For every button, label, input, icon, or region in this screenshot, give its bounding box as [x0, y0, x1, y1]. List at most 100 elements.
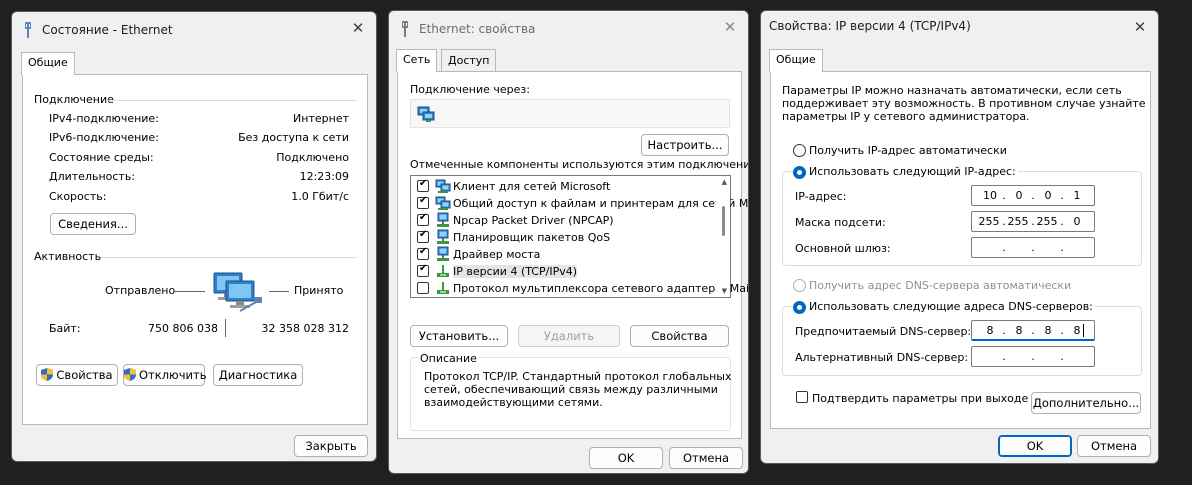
ip-address-field[interactable]: 10. 0. 0. 1: [971, 185, 1095, 206]
tab-network[interactable]: Сеть: [396, 49, 438, 72]
status-titlebar[interactable]: Состояние - Ethernet ✕: [12, 12, 376, 46]
ipv6-label: IPv6-подключение:: [49, 131, 159, 144]
component-label: Драйвер моста: [453, 248, 541, 261]
close-icon[interactable]: ✕: [348, 18, 368, 38]
mask-octet: 255: [978, 215, 1000, 228]
ethernet-properties-titlebar[interactable]: Ethernet: свойства ✕: [389, 11, 748, 45]
auto-dns-label[interactable]: Получить адрес DNS-сервера автоматически: [809, 279, 1071, 292]
bytes-sent-value: 750 806 038: [148, 322, 218, 335]
component-checkbox[interactable]: [417, 178, 429, 192]
bytes-received-value: 32 358 028 312: [261, 322, 349, 335]
list-item[interactable]: Клиент для сетей Microsoft: [415, 178, 715, 195]
subnet-mask-label: Маска подсети:: [795, 216, 886, 229]
connect-using-label: Подключение через:: [410, 83, 530, 96]
divider: [269, 291, 289, 292]
status-window: Состояние - Ethernet ✕ Общие Подключение…: [11, 11, 377, 462]
divider: [175, 291, 205, 292]
manual-ip-radio[interactable]: [793, 166, 806, 179]
ipv4-properties-title: Свойства: IP версии 4 (TCP/IPv4): [769, 19, 971, 33]
adapter-field: [410, 99, 730, 128]
dns-octet: 8: [986, 324, 994, 337]
properties-button[interactable]: Свойства: [630, 325, 729, 347]
component-checkbox[interactable]: [417, 282, 429, 294]
ipv4-tabs: Общие: [767, 49, 1152, 72]
divider: [101, 257, 357, 258]
tab-general[interactable]: Общие: [21, 52, 75, 75]
description-header: Описание: [418, 352, 479, 365]
manual-ip-label[interactable]: Использовать следующий IP-адрес:: [807, 165, 1018, 178]
mask-octet: 255: [1036, 215, 1058, 228]
advanced-button[interactable]: Дополнительно...: [1031, 392, 1141, 414]
validate-label[interactable]: Подтвердить параметры при выходе: [812, 392, 1028, 405]
cancel-button[interactable]: Отмена: [669, 447, 743, 469]
component-checkbox[interactable]: [417, 229, 429, 243]
auto-dns-radio[interactable]: [793, 279, 806, 292]
list-scrollbar[interactable]: ▲ ▼: [716, 176, 730, 297]
subnet-mask-field[interactable]: 255. 255. 255. 0: [971, 211, 1095, 232]
scroll-down-icon[interactable]: ▼: [722, 287, 727, 295]
preferred-dns-label: Предпочитаемый DNS-сервер:: [795, 325, 972, 338]
list-item[interactable]: Драйвер моста: [415, 246, 715, 263]
ipv4-properties-titlebar[interactable]: Свойства: IP версии 4 (TCP/IPv4) ✕: [761, 11, 1158, 45]
ipv4-panel: Параметры IP можно назначать автоматичес…: [770, 71, 1151, 429]
protocol-icon: [435, 263, 451, 279]
configure-button[interactable]: Настроить...: [641, 134, 729, 156]
close-icon[interactable]: ✕: [720, 17, 740, 37]
list-item[interactable]: Планировщик пакетов QoS: [415, 229, 715, 246]
component-checkbox[interactable]: [417, 246, 429, 260]
network-client-icon: [435, 178, 451, 194]
component-label: Клиент для сетей Microsoft: [453, 180, 611, 193]
components-label: Отмеченные компоненты используются этим …: [410, 158, 749, 171]
uac-shield-icon: [41, 368, 54, 381]
manual-dns-radio[interactable]: [793, 301, 806, 314]
duration-label: Длительность:: [49, 170, 136, 183]
tab-sharing[interactable]: Доступ: [441, 49, 497, 71]
component-checkbox[interactable]: [417, 263, 429, 277]
component-label: Npcap Packet Driver (NPCAP): [453, 214, 614, 227]
list-item[interactable]: Npcap Packet Driver (NPCAP): [415, 212, 715, 229]
details-button[interactable]: Сведения...: [50, 213, 136, 235]
scrollbar-thumb[interactable]: [722, 206, 725, 236]
disable-button[interactable]: Отключить: [123, 364, 206, 386]
ok-button[interactable]: OK: [589, 447, 663, 469]
component-checkbox[interactable]: [417, 212, 429, 226]
ipv4-label: IPv4-подключение:: [49, 112, 159, 125]
list-item[interactable]: Протокол мультиплексора сетевого адаптер…: [415, 280, 748, 297]
cancel-button[interactable]: Отмена: [1077, 435, 1151, 457]
media-state-label: Состояние среды:: [49, 151, 154, 164]
status-window-title: Состояние - Ethernet: [42, 23, 173, 37]
status-panel: Подключение IPv4-подключение: Интернет I…: [22, 74, 368, 425]
manual-dns-label[interactable]: Использовать следующие адреса DNS-сервер…: [807, 300, 1095, 313]
list-item[interactable]: IP версии 4 (TCP/IPv4): [415, 263, 715, 280]
properties-button[interactable]: Свойства: [36, 364, 118, 386]
intro-line-3: параметры IP у сетевого администратора.: [782, 110, 1030, 123]
intro-line-2: поддерживает эту возможность. В противно…: [782, 97, 1146, 110]
ok-button[interactable]: OK: [998, 435, 1072, 457]
alternate-dns-field[interactable]: ...: [971, 346, 1095, 367]
ethernet-properties-window: Ethernet: свойства ✕ Сеть Доступ Подключ…: [388, 10, 749, 474]
description-line-2: сетей, обеспечивающий связь между различ…: [424, 383, 718, 396]
diagnose-button[interactable]: Диагностика: [213, 364, 303, 386]
close-icon[interactable]: ✕: [1130, 17, 1150, 37]
auto-ip-radio[interactable]: [793, 144, 806, 157]
ipv4-value: Интернет: [293, 112, 349, 125]
network-service-icon: [435, 246, 451, 262]
tab-general[interactable]: Общие: [769, 49, 823, 72]
list-item[interactable]: Общий доступ к файлам и принтерам для се…: [415, 195, 748, 212]
media-state-value: Подключено: [276, 151, 349, 164]
scroll-up-icon[interactable]: ▲: [722, 178, 727, 186]
received-label: Принято: [294, 284, 344, 297]
install-button[interactable]: Установить...: [410, 325, 508, 347]
components-list[interactable]: Клиент для сетей Microsoft Общий доступ к…: [410, 175, 748, 298]
speed-label: Скорость:: [49, 190, 107, 203]
status-tabs: Общие: [18, 52, 370, 75]
preferred-dns-field[interactable]: 8. 8. 8. 8: [971, 320, 1095, 341]
auto-ip-label[interactable]: Получить IP-адрес автоматически: [809, 144, 1007, 157]
remove-button[interactable]: Удалить: [518, 325, 620, 347]
ipv6-value: Без доступа к сети: [238, 131, 349, 144]
validate-checkbox[interactable]: [796, 391, 808, 403]
component-label: Протокол мультиплексора сетевого адаптер…: [453, 282, 749, 295]
component-checkbox[interactable]: [417, 195, 429, 209]
gateway-field[interactable]: ...: [971, 237, 1095, 258]
close-button[interactable]: Закрыть: [294, 435, 368, 457]
